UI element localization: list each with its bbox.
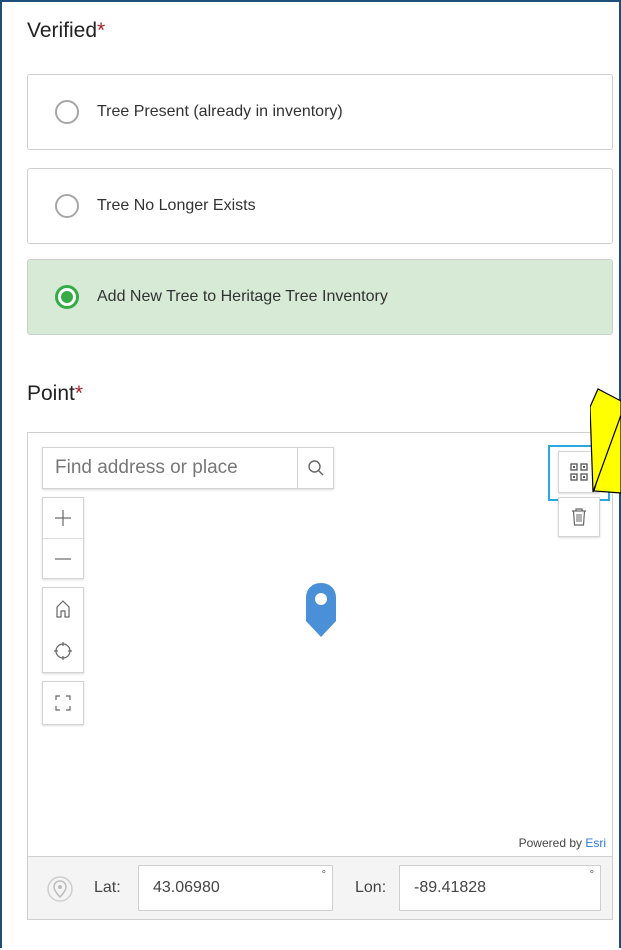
- fullscreen-button[interactable]: [43, 682, 83, 724]
- option-tree-no-longer-exists[interactable]: Tree No Longer Exists: [27, 168, 613, 244]
- search-icon: [307, 460, 323, 476]
- attribution-text: Powered by: [518, 836, 586, 850]
- radio-tree-no-longer-exists[interactable]: [55, 194, 79, 218]
- option-tree-present[interactable]: Tree Present (already in inventory): [27, 74, 613, 150]
- option-label: Tree Present (already in inventory): [97, 103, 343, 120]
- zoom-in-button[interactable]: [43, 498, 83, 538]
- lon-input[interactable]: -89.41828 °: [399, 865, 601, 911]
- fullscreen-icon: [55, 695, 71, 711]
- coordinates-bar: Lat: 43.06980 ° Lon: -89.41828 °: [27, 857, 613, 920]
- option-label: Tree No Longer Exists: [97, 197, 256, 214]
- location-icon: [47, 876, 73, 902]
- locate-icon: [54, 642, 72, 660]
- verified-section-title: Verified*: [27, 19, 105, 43]
- option-add-new-tree[interactable]: Add New Tree to Heritage Tree Inventory: [27, 259, 613, 335]
- zoom-out-button[interactable]: [43, 538, 83, 579]
- point-section-title: Point*: [27, 382, 83, 406]
- required-mark: *: [97, 19, 106, 42]
- map-pin-icon: [306, 583, 336, 637]
- locate-button[interactable]: [43, 630, 83, 672]
- search-widget: [42, 447, 334, 489]
- lat-label: Lat:: [94, 879, 121, 896]
- point-title-text: Point: [27, 382, 75, 405]
- trash-icon: [572, 508, 586, 526]
- delete-button[interactable]: [558, 497, 600, 537]
- radio-tree-present[interactable]: [55, 100, 79, 124]
- zoom-controls: [42, 497, 84, 579]
- radio-add-new-tree[interactable]: [55, 285, 79, 309]
- esri-link[interactable]: Esri: [585, 836, 606, 850]
- search-button[interactable]: [297, 448, 333, 488]
- degree-symbol: °: [589, 869, 594, 881]
- map-view[interactable]: Powered by Esri: [27, 432, 613, 857]
- attribution: Powered by Esri: [519, 836, 606, 850]
- option-label: Add New Tree to Heritage Tree Inventory: [97, 288, 388, 305]
- fullscreen-control: [42, 681, 84, 725]
- degree-symbol: °: [321, 869, 326, 881]
- callout-arrow-icon: [590, 388, 621, 494]
- required-mark: *: [74, 382, 84, 405]
- home-icon: [56, 600, 70, 618]
- select-tool-icon: [570, 463, 588, 481]
- zoom-out-icon: [55, 558, 71, 560]
- home-button[interactable]: [43, 588, 83, 630]
- zoom-in-icon: [55, 510, 71, 526]
- lon-value: -89.41828: [414, 879, 487, 896]
- lat-input[interactable]: 43.06980 °: [138, 865, 333, 911]
- navigation-controls: [42, 587, 84, 673]
- verified-title-text: Verified: [27, 19, 98, 42]
- lat-value: 43.06980: [153, 879, 220, 896]
- search-input[interactable]: [43, 448, 297, 488]
- lon-label: Lon:: [355, 879, 387, 896]
